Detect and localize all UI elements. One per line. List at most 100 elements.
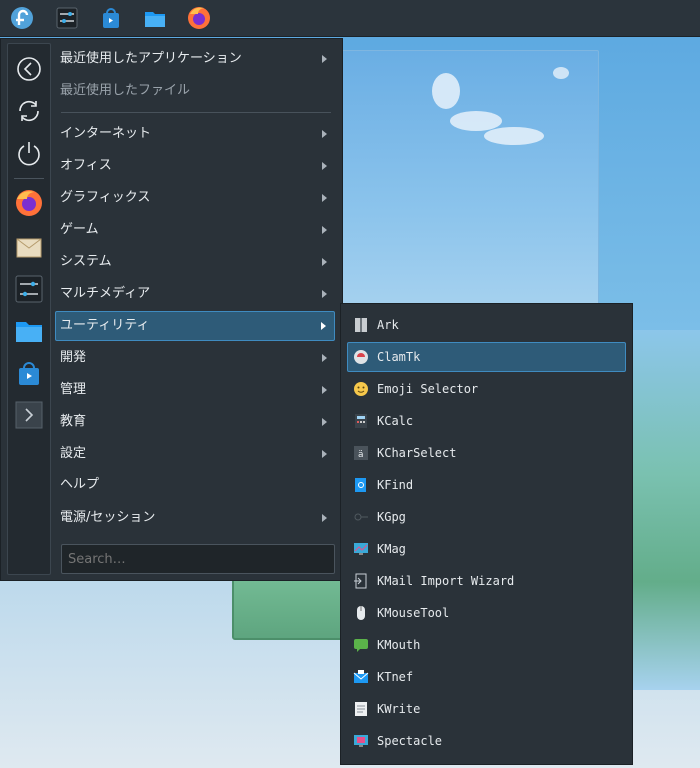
settings-icon[interactable] [14, 274, 44, 304]
chevron-right-icon [322, 258, 327, 266]
chevron-right-icon [322, 55, 327, 63]
menu-category-multimedia[interactable]: マルチメディア [55, 279, 335, 309]
menu-category-internet[interactable]: インターネット [55, 119, 335, 149]
menu-category-education[interactable]: 教育 [55, 407, 335, 437]
menu-category-games[interactable]: ゲーム [55, 215, 335, 245]
submenu-item-kwrite[interactable]: KWrite [347, 694, 626, 724]
submenu-item-emoji-selector[interactable]: Emoji Selector [347, 374, 626, 404]
terminal-icon[interactable] [14, 400, 44, 430]
application-menu: 最近使用したアプリケーション 最近使用したファイル インターネット オフィス グ… [0, 38, 343, 581]
chevron-right-icon [322, 514, 327, 522]
submenu-item-kmousetool[interactable]: KMouseTool [347, 598, 626, 628]
chevron-right-icon [322, 130, 327, 138]
submenu-item-label: KCharSelect [377, 446, 457, 460]
submenu-item-ktnef[interactable]: KTnef [347, 662, 626, 692]
favorites-bar [7, 43, 51, 575]
archive-icon [355, 318, 367, 332]
submenu-item-label: KTnef [377, 670, 414, 684]
menu-category-graphics[interactable]: グラフィックス [55, 183, 335, 213]
submenu-item-kcalc[interactable]: KCalc [347, 406, 626, 436]
menu-category-utilities[interactable]: ユーティリティ [55, 311, 335, 341]
favorites-separator [14, 178, 44, 179]
mouse-icon [357, 606, 365, 620]
power-icon[interactable] [14, 138, 44, 168]
submenu-item-label: KCalc [377, 414, 414, 428]
menu-recent-files[interactable]: 最近使用したファイル [55, 76, 335, 106]
chevron-right-icon [322, 226, 327, 234]
menu-item-label: 最近使用したアプリケーション [60, 51, 242, 66]
menu-item-label: グラフィックス [60, 190, 151, 205]
menu-item-label: システム [60, 254, 112, 269]
chevron-right-icon [322, 450, 327, 458]
submenu-item-clamtk[interactable]: ClamTk [347, 342, 626, 372]
menu-item-label: 開発 [60, 350, 87, 365]
menu-item-label: インターネット [60, 126, 152, 141]
chevron-right-icon [322, 386, 327, 394]
submenu-item-kcharselect[interactable]: ä KCharSelect [347, 438, 626, 468]
application-launcher-icon[interactable] [8, 4, 36, 32]
import-icon [354, 573, 367, 589]
chevron-right-icon [322, 194, 327, 202]
svg-text:ä: ä [358, 450, 364, 460]
menu-item-label: 設定 [60, 446, 87, 461]
submenu-item-label: KMouseTool [377, 606, 450, 620]
menu-category-settings[interactable]: 設定 [55, 439, 335, 469]
menu-item-label: オフィス [60, 158, 112, 173]
menu-category-administration[interactable]: 管理 [55, 375, 335, 405]
key-icon [354, 513, 368, 521]
submenu-item-label: KWrite [377, 702, 421, 716]
chevron-right-icon [322, 290, 327, 298]
submenu-item-kfind[interactable]: KFind [347, 470, 626, 500]
menu-separator [61, 112, 331, 113]
menu-item-label: ゲーム [60, 222, 99, 237]
refresh-icon[interactable] [14, 96, 44, 126]
store-icon[interactable] [14, 358, 44, 388]
find-icon [355, 478, 366, 492]
character-icon: ä [354, 446, 368, 460]
menu-item-label: ユーティリティ [60, 318, 150, 333]
chevron-right-icon [321, 322, 326, 330]
menu-category-help[interactable]: ヘルプ [55, 470, 335, 500]
menu-category-development[interactable]: 開発 [55, 343, 335, 373]
utilities-submenu: Ark ClamTk Emoji Selector KCalc ä KCharS… [340, 303, 633, 765]
submenu-item-kgpg[interactable]: KGpg [347, 502, 626, 532]
submenu-item-label: KGpg [377, 510, 406, 524]
envelope-icon [353, 670, 369, 683]
screenshot-icon [354, 735, 368, 747]
discover-store-icon[interactable] [97, 4, 125, 32]
wallpaper-window-shape [335, 50, 599, 322]
submenu-item-kmail-import-wizard[interactable]: KMail Import Wizard [347, 566, 626, 596]
chevron-right-icon [322, 162, 327, 170]
submenu-item-label: KFind [377, 478, 414, 492]
folder-icon[interactable] [14, 316, 44, 346]
firefox-icon[interactable] [14, 188, 44, 218]
submenu-item-label: KMail Import Wizard [377, 574, 515, 588]
chevron-right-icon [322, 418, 327, 426]
back-icon[interactable] [14, 54, 44, 84]
file-manager-icon[interactable] [141, 4, 169, 32]
menu-category-system[interactable]: システム [55, 247, 335, 277]
menu-category-office[interactable]: オフィス [55, 151, 335, 181]
submenu-item-spectacle[interactable]: Spectacle [347, 726, 626, 756]
cloud-decoration [432, 67, 569, 145]
magnifier-icon [354, 543, 368, 555]
wallpaper-right-shape [630, 330, 700, 690]
firefox-icon[interactable] [185, 4, 213, 32]
menu-item-label: 教育 [60, 414, 87, 429]
calculator-icon [355, 414, 367, 428]
emoji-icon [354, 382, 368, 396]
submenu-item-label: KMag [377, 542, 406, 556]
mail-icon[interactable] [14, 232, 44, 262]
search-input[interactable] [61, 544, 335, 574]
system-settings-icon[interactable] [53, 4, 81, 32]
menu-category-power-session[interactable]: 電源/セッション [55, 503, 335, 533]
menu-item-label: マルチメディア [60, 286, 151, 301]
submenu-item-kmouth[interactable]: KMouth [347, 630, 626, 660]
menu-item-label: ヘルプ [60, 477, 100, 492]
menu-item-label: 最近使用したファイル [60, 83, 191, 98]
submenu-item-label: Ark [377, 318, 399, 332]
submenu-item-label: KMouth [377, 638, 421, 652]
menu-recent-apps[interactable]: 最近使用したアプリケーション [55, 44, 335, 74]
submenu-item-kmag[interactable]: KMag [347, 534, 626, 564]
submenu-item-ark[interactable]: Ark [347, 310, 626, 340]
